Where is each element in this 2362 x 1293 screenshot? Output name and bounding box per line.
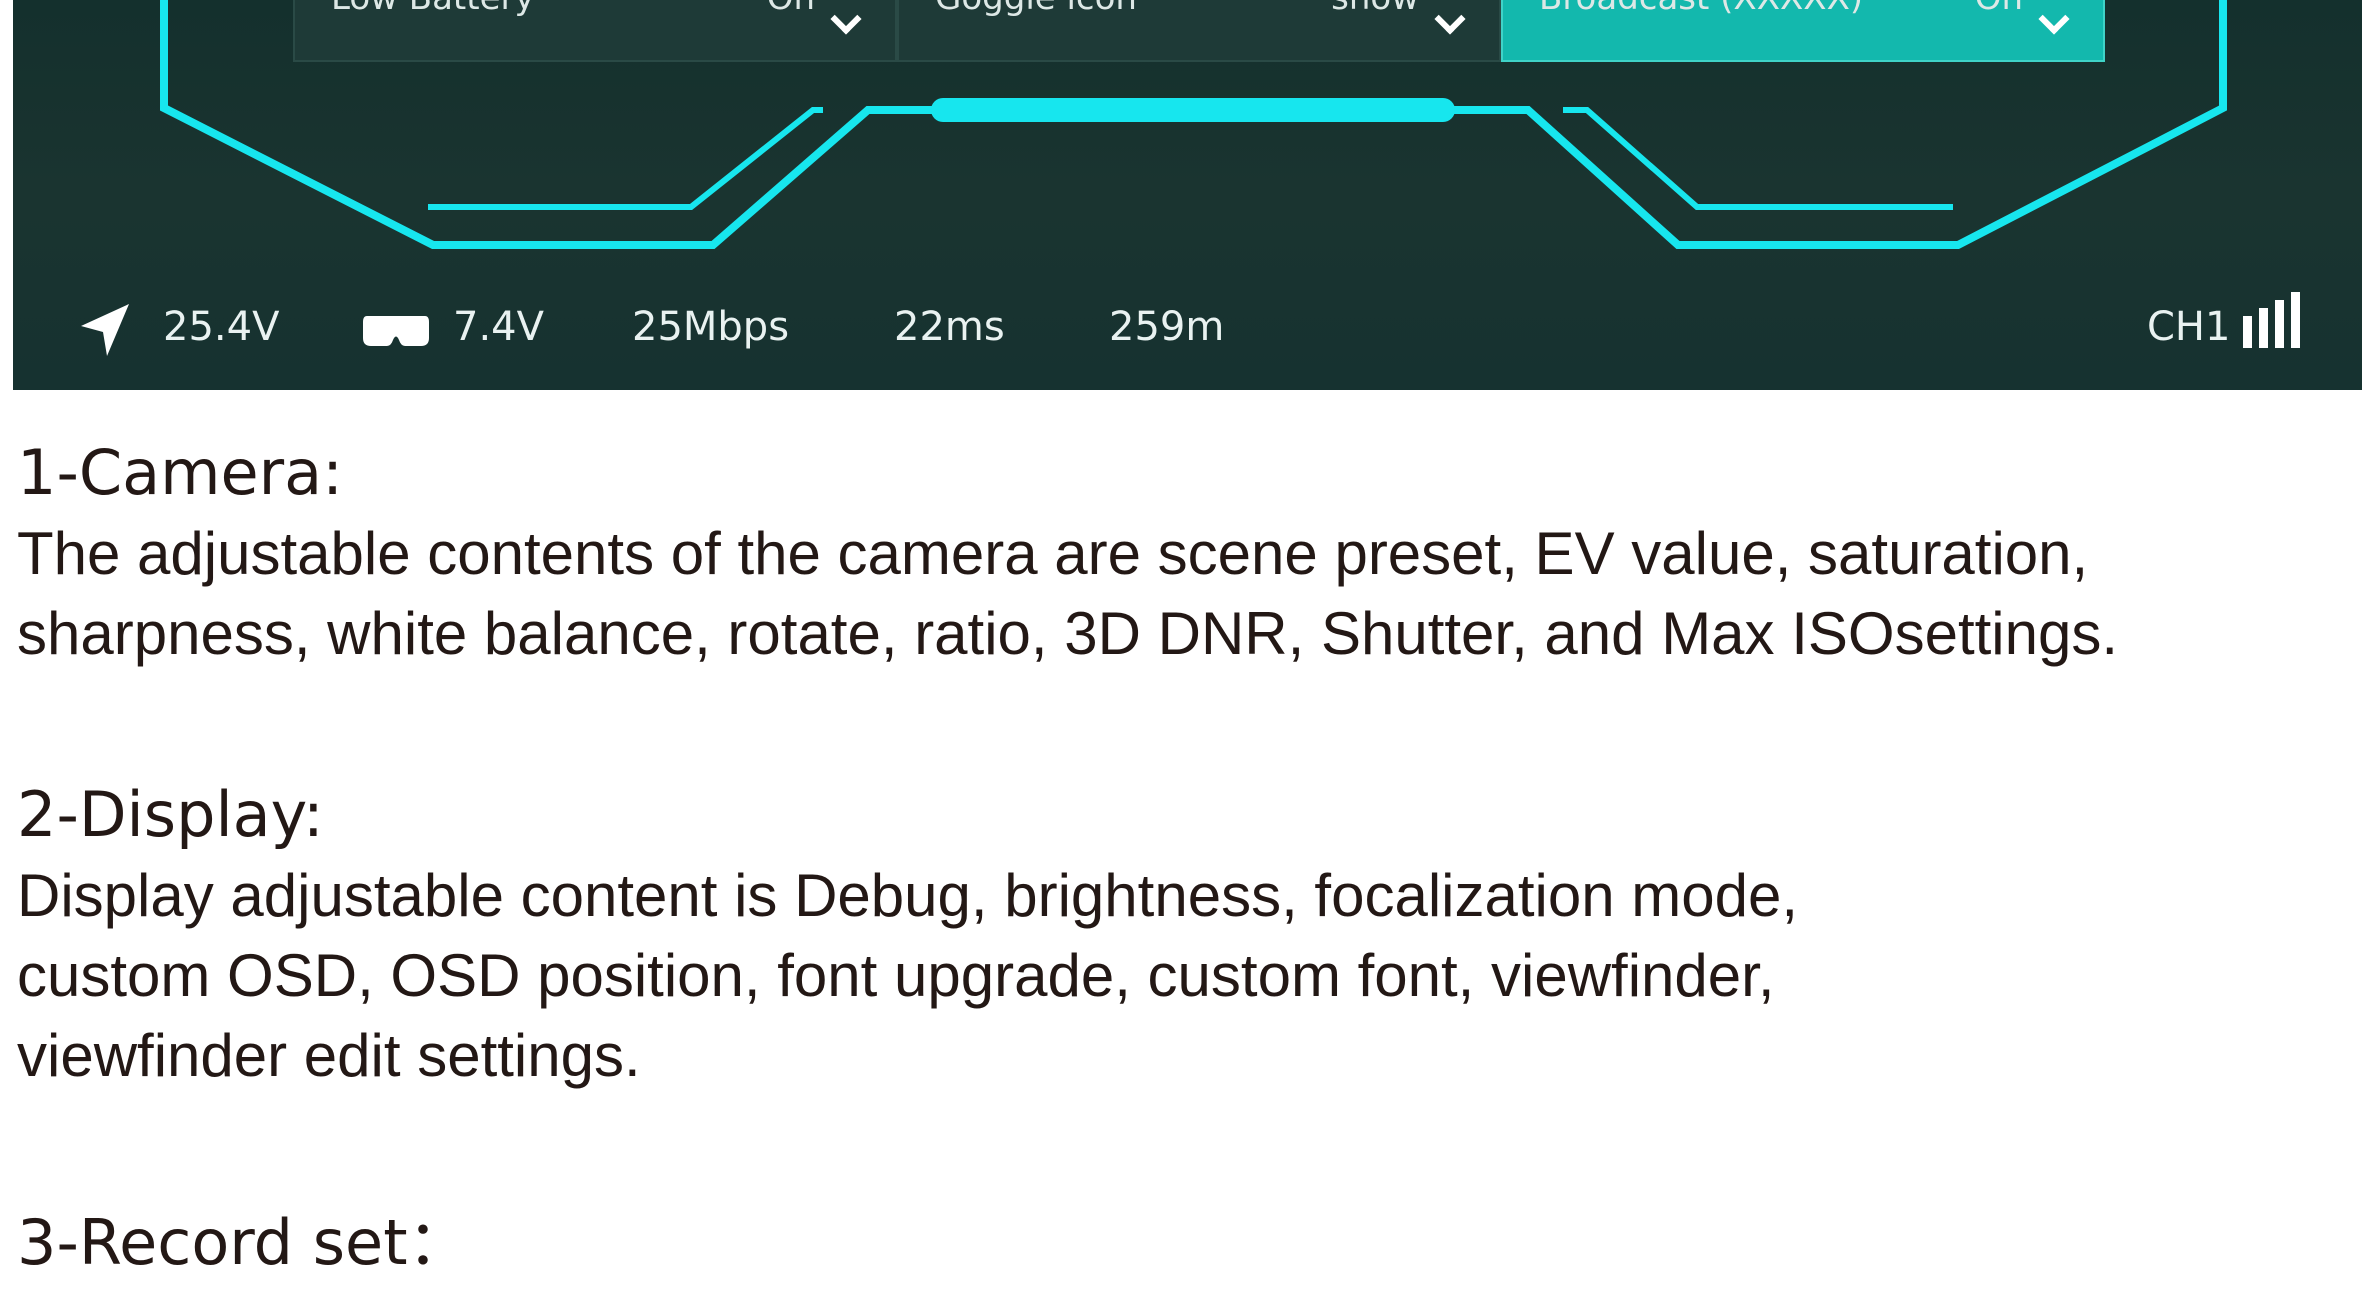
goggle-voltage: 7.4V (453, 304, 544, 350)
section-heading: 1-Camera: (17, 436, 344, 509)
status-bar: 25.4V 7.4V 25Mbps 22ms 259m CH1 (13, 292, 2362, 360)
goggle-screen: Low Battery On Goggle icon show Broadcas… (13, 0, 2362, 390)
section-line: sharpness, white balance, rotate, ratio,… (17, 600, 2119, 667)
chevron-down-icon[interactable] (2038, 3, 2070, 35)
bitrate-readout: 25Mbps (632, 304, 790, 350)
hud-inner-left (428, 107, 823, 210)
menu-item-goggle-icon[interactable]: Goggle icon show (897, 0, 1501, 62)
drone-voltage: 25.4V (163, 304, 280, 350)
signal-strength-icon (2243, 292, 2300, 348)
section-heading: 2-Display: (17, 778, 324, 851)
goggles-icon (363, 316, 429, 346)
chevron-down-icon[interactable] (830, 3, 862, 35)
menu-item-broadcast[interactable]: Broadcast (XXXXX) On (1501, 0, 2105, 62)
section-heading: 3-Record set： (17, 1206, 470, 1279)
section-display: 2-Display: Display adjustable content is… (17, 774, 1798, 1096)
menu-item-label: Low Battery (331, 0, 535, 18)
distance-readout: 259m (1109, 304, 1225, 350)
menu-item-value: On (767, 0, 815, 18)
section-line: Display adjustable content is Debug, bri… (17, 862, 1799, 929)
channel-label: CH1 (2147, 304, 2231, 350)
menu-item-low-battery[interactable]: Low Battery On (293, 0, 897, 62)
section-line: The adjustable contents of the camera ar… (17, 520, 2089, 587)
menu-item-value: On (1975, 0, 2023, 18)
menu-item-label: Goggle icon (935, 0, 1137, 18)
latency-readout: 22ms (894, 304, 1005, 350)
section-record-set: 3-Record set： (17, 1202, 470, 1284)
menu-item-value: show (1331, 0, 1419, 18)
section-camera: 1-Camera: The adjustable contents of the… (17, 432, 2118, 674)
chevron-down-icon[interactable] (1434, 3, 1466, 35)
navigation-arrow-icon (81, 304, 129, 356)
section-line: custom OSD, OSD position, font upgrade, … (17, 942, 1775, 1009)
section-line: viewfinder edit settings. (17, 1022, 641, 1089)
menu-item-label: Broadcast (XXXXX) (1539, 0, 1863, 18)
